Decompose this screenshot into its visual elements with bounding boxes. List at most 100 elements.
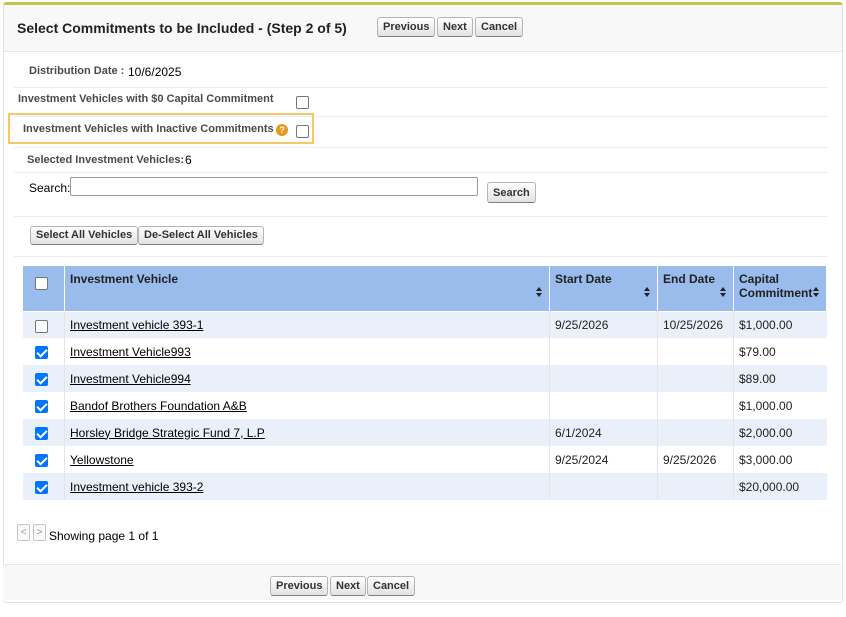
column-header-label: End Date bbox=[663, 272, 716, 286]
row-select-cell bbox=[22, 392, 65, 419]
panel-header: Select Commitments to be Included - (Ste… bbox=[4, 5, 842, 52]
next-page-button[interactable]: > bbox=[33, 524, 46, 541]
sort-icon[interactable] bbox=[536, 286, 543, 297]
sort-icon[interactable] bbox=[644, 286, 651, 297]
sort-icon[interactable] bbox=[720, 286, 727, 297]
start-date-cell bbox=[549, 392, 658, 419]
divider bbox=[14, 172, 828, 173]
row-checkbox[interactable] bbox=[34, 400, 48, 413]
row-select-cell bbox=[22, 419, 65, 446]
zero-commitment-label: Investment Vehicles with $0 Capital Comm… bbox=[18, 93, 274, 105]
start-date-cell: 9/25/2024 bbox=[549, 446, 658, 473]
table-row: Investment vehicle 393-1 9/25/2026 10/25… bbox=[22, 311, 827, 338]
sort-icon[interactable] bbox=[813, 286, 820, 297]
inactive-commitments-checkbox[interactable] bbox=[296, 125, 309, 138]
vehicle-cell: Investment vehicle 393-1 bbox=[64, 311, 550, 338]
previous-button[interactable]: Previous bbox=[377, 17, 436, 37]
footer-cancel-button[interactable]: Cancel bbox=[367, 576, 416, 596]
start-date-cell: 9/25/2026 bbox=[549, 311, 658, 338]
commitment-cell: $79.00 bbox=[733, 338, 827, 365]
vehicle-cell: Bandof Brothers Foundation A&B bbox=[64, 392, 550, 419]
vehicle-link[interactable]: Investment Vehicle993 bbox=[70, 345, 191, 359]
select-all-checkbox[interactable] bbox=[35, 277, 48, 290]
divider bbox=[14, 87, 828, 88]
table-row: Bandof Brothers Foundation A&B $1,000.00 bbox=[22, 392, 827, 419]
end-date-cell bbox=[657, 473, 734, 500]
select-all-vehicles-button[interactable]: Select All Vehicles bbox=[30, 226, 139, 245]
column-header-label: Capital Commitment bbox=[739, 272, 813, 300]
vehicle-cell: Investment Vehicle994 bbox=[64, 365, 550, 392]
table-row: Yellowstone 9/25/2024 9/25/2026 $3,000.0… bbox=[22, 446, 827, 473]
previous-page-button[interactable]: < bbox=[17, 524, 30, 541]
inactive-commitments-label: Investment Vehicles with Inactive Commit… bbox=[23, 123, 274, 135]
end-date-cell: 10/25/2026 bbox=[657, 311, 734, 338]
start-date-cell bbox=[549, 473, 658, 500]
table-row: Investment vehicle 393-2 $20,000.00 bbox=[22, 473, 827, 500]
zero-commitment-checkbox[interactable] bbox=[296, 96, 309, 109]
panel-footer: Previous Next Cancel bbox=[3, 564, 841, 600]
vehicle-cell: Horsley Bridge Strategic Fund 7, L.P bbox=[64, 419, 550, 446]
search-input[interactable] bbox=[70, 177, 478, 196]
footer-next-button[interactable]: Next bbox=[330, 576, 366, 596]
end-date-cell bbox=[657, 419, 734, 446]
commitment-cell: $20,000.00 bbox=[733, 473, 827, 500]
row-select-cell bbox=[22, 446, 65, 473]
investment-vehicles-table: Investment Vehicle Start Date End Date C… bbox=[22, 266, 827, 500]
selected-vehicles-count: 6 bbox=[185, 153, 192, 167]
table-row: Investment Vehicle993 $79.00 bbox=[22, 338, 827, 365]
end-date-cell bbox=[657, 392, 734, 419]
vehicle-link[interactable]: Horsley Bridge Strategic Fund 7, L.P bbox=[70, 426, 265, 440]
vehicle-cell: Investment Vehicle993 bbox=[64, 338, 550, 365]
cancel-button[interactable]: Cancel bbox=[475, 17, 524, 37]
row-select-cell bbox=[22, 338, 65, 365]
end-date-cell: 9/25/2026 bbox=[657, 446, 734, 473]
start-date-cell bbox=[549, 338, 658, 365]
end-date-cell bbox=[657, 365, 734, 392]
row-select-cell bbox=[22, 365, 65, 392]
end-date-cell bbox=[657, 338, 734, 365]
row-checkbox[interactable] bbox=[34, 346, 48, 359]
commitment-cell: $89.00 bbox=[733, 365, 827, 392]
vehicle-cell: Investment vehicle 393-2 bbox=[64, 473, 550, 500]
vehicle-link[interactable]: Investment vehicle 393-1 bbox=[70, 318, 203, 332]
table-row: Investment Vehicle994 $89.00 bbox=[22, 365, 827, 392]
help-icon[interactable]: ? bbox=[276, 124, 288, 136]
start-date-cell: 6/1/2024 bbox=[549, 419, 658, 446]
row-checkbox[interactable] bbox=[34, 454, 48, 467]
column-header-label: Investment Vehicle bbox=[70, 272, 179, 286]
search-button[interactable]: Search bbox=[487, 182, 536, 203]
table-row: Horsley Bridge Strategic Fund 7, L.P 6/1… bbox=[22, 419, 827, 446]
row-checkbox[interactable] bbox=[34, 427, 48, 440]
next-button[interactable]: Next bbox=[437, 17, 473, 37]
commitment-cell: $2,000.00 bbox=[733, 419, 827, 446]
row-checkbox[interactable] bbox=[34, 373, 48, 386]
commitment-cell: $1,000.00 bbox=[733, 392, 827, 419]
select-all-column bbox=[22, 266, 65, 312]
column-header-end-date[interactable]: End Date bbox=[657, 266, 734, 312]
divider bbox=[14, 256, 828, 257]
table-header-row: Investment Vehicle Start Date End Date C… bbox=[22, 266, 827, 312]
start-date-cell bbox=[549, 365, 658, 392]
vehicle-link[interactable]: Yellowstone bbox=[70, 453, 134, 467]
row-checkbox[interactable] bbox=[34, 481, 48, 494]
table-body: Investment vehicle 393-1 9/25/2026 10/25… bbox=[22, 311, 827, 500]
selected-vehicles-label: Selected Investment Vehicles: bbox=[27, 154, 185, 166]
row-checkbox[interactable] bbox=[34, 319, 48, 333]
pagination-status: Showing page 1 of 1 bbox=[49, 529, 159, 543]
page-title: Select Commitments to be Included - (Ste… bbox=[17, 20, 347, 36]
footer-previous-button[interactable]: Previous bbox=[270, 576, 329, 596]
column-header-capital-commitment[interactable]: Capital Commitment bbox=[733, 266, 827, 312]
column-header-investment-vehicle[interactable]: Investment Vehicle bbox=[64, 266, 550, 312]
column-header-start-date[interactable]: Start Date bbox=[549, 266, 658, 312]
row-select-cell bbox=[22, 311, 65, 338]
vehicle-link[interactable]: Investment vehicle 393-2 bbox=[70, 480, 203, 494]
vehicle-cell: Yellowstone bbox=[64, 446, 550, 473]
column-header-label: Start Date bbox=[555, 272, 612, 286]
deselect-all-vehicles-button[interactable]: De-Select All Vehicles bbox=[138, 226, 264, 245]
vehicle-link[interactable]: Investment Vehicle994 bbox=[70, 372, 191, 386]
commitment-cell: $1,000.00 bbox=[733, 311, 827, 338]
row-select-cell bbox=[22, 473, 65, 500]
vehicle-link[interactable]: Bandof Brothers Foundation A&B bbox=[70, 399, 247, 413]
distribution-date-label: Distribution Date : bbox=[29, 65, 125, 77]
distribution-date-value: 10/6/2025 bbox=[128, 65, 182, 79]
